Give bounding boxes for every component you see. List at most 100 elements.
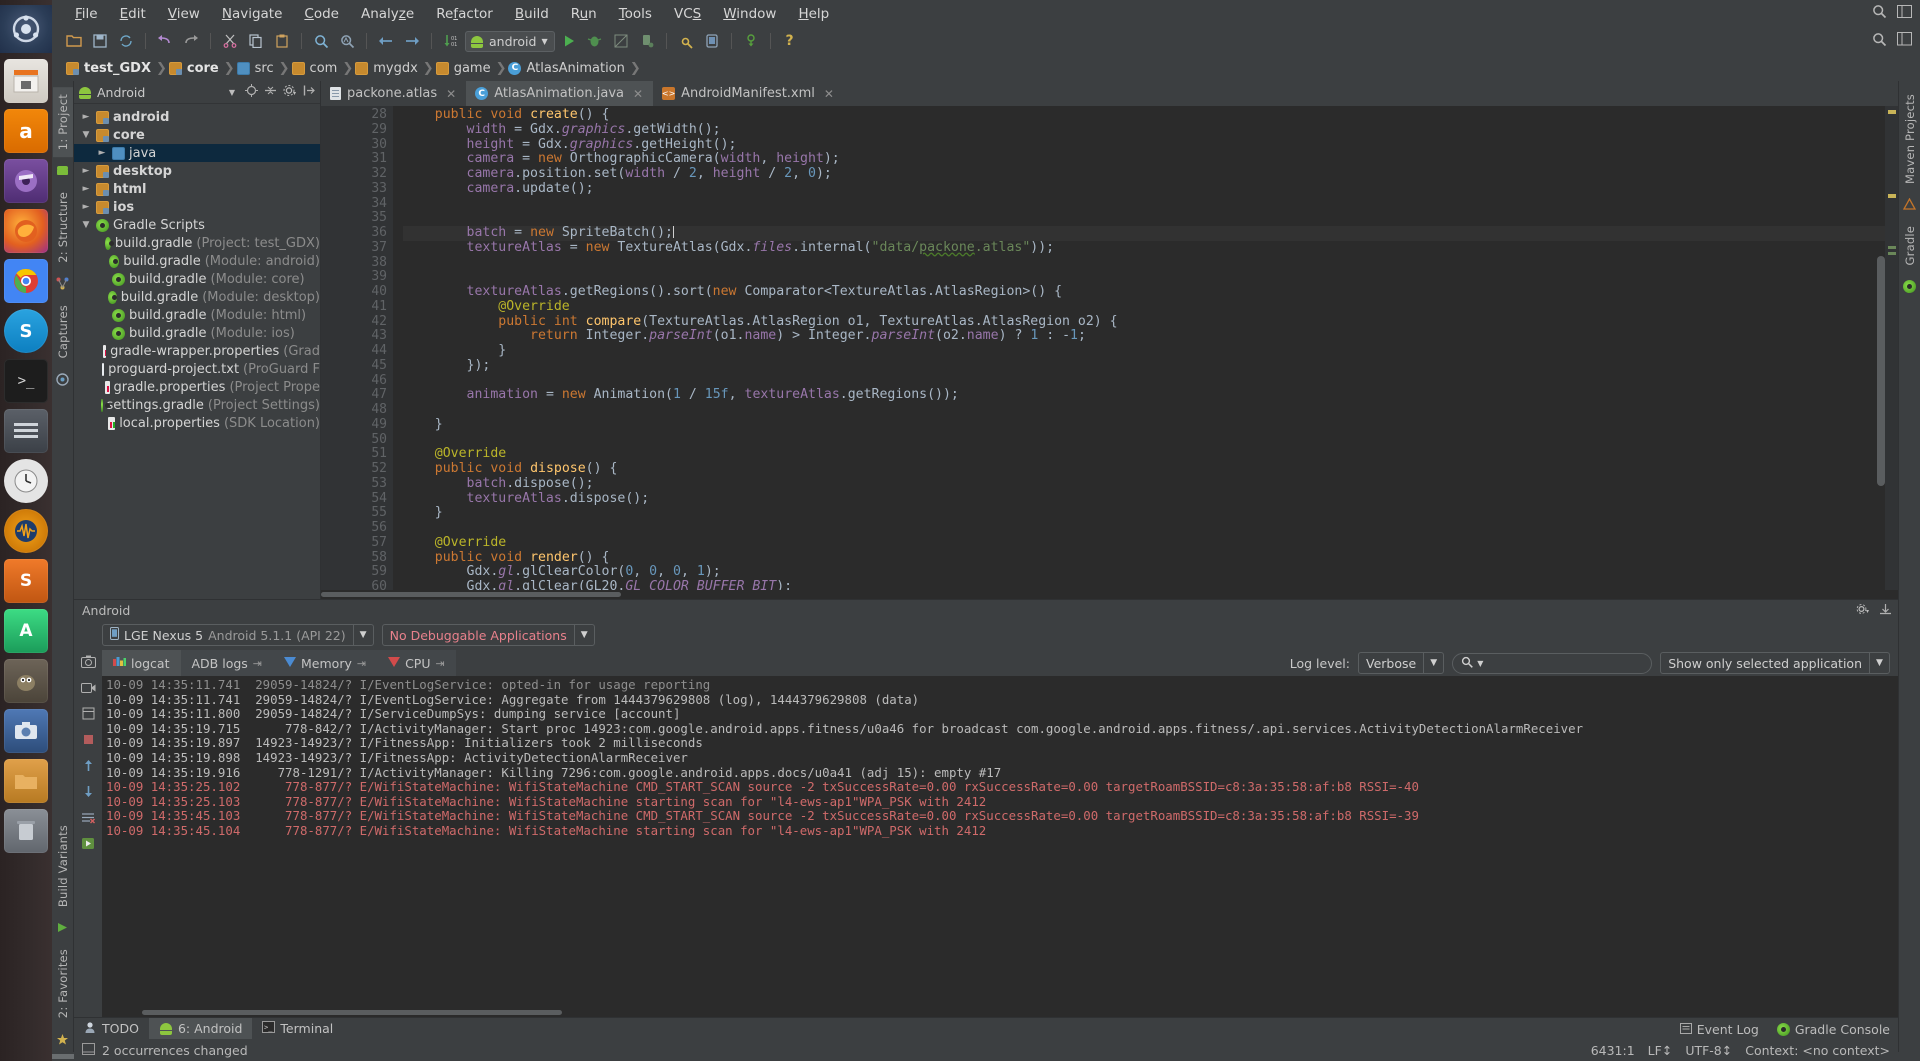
breadcrumb-item-game[interactable]: game	[432, 60, 498, 77]
gutter-line[interactable]: 31	[321, 151, 393, 167]
android-studio-icon[interactable]: A	[4, 609, 48, 653]
code-line[interactable]: textureAtlas.dispose();	[403, 491, 1885, 507]
code-line[interactable]: camera.position.set(width / 2, height / …	[403, 166, 1885, 182]
clear-logcat-icon[interactable]	[80, 809, 97, 826]
help-icon[interactable]: ?	[778, 30, 802, 52]
code-line[interactable]: }	[403, 505, 1885, 521]
breadcrumb-item-class[interactable]: C AtlasAnimation	[504, 60, 631, 77]
line-separator[interactable]: LF↕	[1648, 1043, 1673, 1058]
breadcrumb-item-project[interactable]: test_GDX	[62, 60, 158, 77]
menu-run[interactable]: Run	[560, 3, 608, 25]
tree-node[interactable]: build.gradle (Project: test_GDX)	[74, 234, 320, 252]
code-line[interactable]: camera.update();	[403, 181, 1885, 197]
editor-tab-packone-atlas[interactable]: packone.atlas ✕	[321, 81, 466, 106]
undo-icon[interactable]	[153, 30, 177, 52]
disclosure-arrow-icon[interactable]: ►	[80, 202, 92, 212]
gutter-line[interactable]: 38	[321, 255, 393, 271]
run-icon[interactable]	[557, 30, 581, 52]
tool-tab-captures[interactable]: Captures	[53, 298, 73, 365]
files-icon[interactable]	[4, 59, 48, 103]
code-line[interactable]: batch.dispose();	[403, 476, 1885, 492]
log-level-combo[interactable]: Verbose ▼	[1357, 652, 1445, 674]
search-everywhere-icon[interactable]	[1872, 4, 1887, 23]
disclosure-arrow-icon[interactable]: ►	[96, 148, 108, 158]
tree-node[interactable]: local.properties (SDK Location)	[74, 414, 320, 432]
logcat-tab-logcat[interactable]: logcat	[102, 650, 181, 676]
gimp-icon[interactable]	[4, 659, 48, 703]
sync-project-icon[interactable]: 01 01	[439, 30, 463, 52]
disclosure-arrow-icon[interactable]: ►	[80, 112, 92, 122]
gutter-line[interactable]: 59	[321, 564, 393, 580]
code-line[interactable]: public void render() {	[403, 550, 1885, 566]
redo-icon[interactable]	[179, 30, 203, 52]
firefox-icon[interactable]	[4, 209, 48, 253]
sublime-icon[interactable]: S	[4, 559, 48, 603]
editor-vscrollbar[interactable]	[1877, 256, 1885, 486]
code-line[interactable]: @Override	[403, 535, 1885, 551]
tree-node[interactable]: ► ios	[74, 198, 320, 216]
editor-marker-bar[interactable]	[1885, 106, 1898, 590]
gear-icon[interactable]: ▾	[283, 84, 297, 100]
tree-node[interactable]: build.gradle (Module: android)	[74, 252, 320, 270]
disclosure-arrow-icon[interactable]: ►	[80, 184, 92, 194]
chevron-down-icon[interactable]: ▼	[1423, 653, 1443, 673]
project-tree[interactable]: ► android ▼ core ► java ► desktop ► html ► ios ▼ Grad…	[74, 104, 320, 599]
clock-icon[interactable]	[4, 459, 48, 503]
gutter-line[interactable]: 44	[321, 343, 393, 359]
audacity-icon[interactable]	[4, 509, 48, 553]
search-icon[interactable]	[1872, 32, 1887, 51]
sdk-manager-icon[interactable]	[674, 30, 698, 52]
screenshot-icon[interactable]	[4, 709, 48, 753]
menu-code[interactable]: Code	[293, 3, 350, 25]
save-all-icon[interactable]	[88, 30, 112, 52]
ubuntu-dash-icon[interactable]	[0, 5, 52, 53]
menu-analyze[interactable]: Analyze	[350, 3, 425, 25]
chevron-down-icon[interactable]: ▼	[1477, 659, 1483, 668]
sync-icon[interactable]	[114, 30, 138, 52]
tree-node[interactable]: settings.gradle (Project Settings)	[74, 396, 320, 414]
debug-icon[interactable]	[583, 30, 607, 52]
code-line[interactable]: height = Gdx.graphics.getHeight();	[403, 137, 1885, 153]
gutter-line[interactable]: 47	[321, 387, 393, 403]
chevron-down-icon[interactable]: ▼	[1869, 653, 1889, 673]
system-info-icon[interactable]	[80, 705, 97, 722]
gutter-line[interactable]: 33	[321, 181, 393, 197]
breadcrumb-item-src[interactable]: src	[233, 60, 281, 77]
attach-debugger-icon[interactable]	[635, 30, 659, 52]
forward-icon[interactable]	[400, 30, 424, 52]
tree-node[interactable]: gradle.properties (Project Prope	[74, 378, 320, 396]
status-tab-android[interactable]: 6: Android	[148, 1018, 253, 1039]
file-encoding[interactable]: UTF-8↕	[1685, 1043, 1732, 1058]
code-line[interactable]	[403, 270, 1885, 285]
tree-node[interactable]: ► java	[74, 144, 320, 162]
gutter-line[interactable]: 54	[321, 491, 393, 507]
menu-navigate[interactable]: Navigate	[211, 3, 294, 25]
find-icon[interactable]	[309, 30, 333, 52]
code-line[interactable]	[403, 403, 1885, 418]
gutter-line[interactable]: 41	[321, 299, 393, 315]
tree-node[interactable]: build.gradle (Module: html)	[74, 306, 320, 324]
code-line[interactable]: Gdx.gl.glClearColor(0, 0, 0, 1);	[403, 564, 1885, 580]
code-line[interactable]: @Override	[403, 299, 1885, 315]
code-line[interactable]	[403, 256, 1885, 271]
tree-node[interactable]: ► html	[74, 180, 320, 198]
gutter-line[interactable]: 48	[321, 402, 393, 418]
editor-hscrollbar[interactable]	[321, 590, 1898, 599]
tool-tab-project[interactable]: 1: Project	[52, 87, 73, 158]
gutter-line[interactable]: 55△	[321, 505, 423, 521]
logcat-hscrollbar[interactable]	[102, 1008, 1898, 1017]
disclosure-arrow-icon[interactable]: ▼	[80, 130, 92, 140]
gutter-line[interactable]: 49△	[321, 417, 423, 433]
scroll-up-icon[interactable]	[80, 757, 97, 774]
tree-node[interactable]: ► android	[74, 108, 320, 126]
paste-icon[interactable]	[270, 30, 294, 52]
tool-tab-maven-projects[interactable]: Maven Projects	[1900, 87, 1920, 191]
gutter-line[interactable]: 56	[321, 520, 393, 536]
settings-icon[interactable]	[1897, 32, 1912, 50]
terminal-icon[interactable]: >_	[4, 359, 48, 403]
restart-logcat-icon[interactable]	[80, 835, 97, 852]
detach-icon[interactable]: ⇥	[357, 657, 366, 670]
disclosure-arrow-icon[interactable]: ►	[80, 166, 92, 176]
close-icon[interactable]: ✕	[824, 87, 834, 101]
status-tab-event-log[interactable]: Event Log	[1679, 1022, 1759, 1037]
